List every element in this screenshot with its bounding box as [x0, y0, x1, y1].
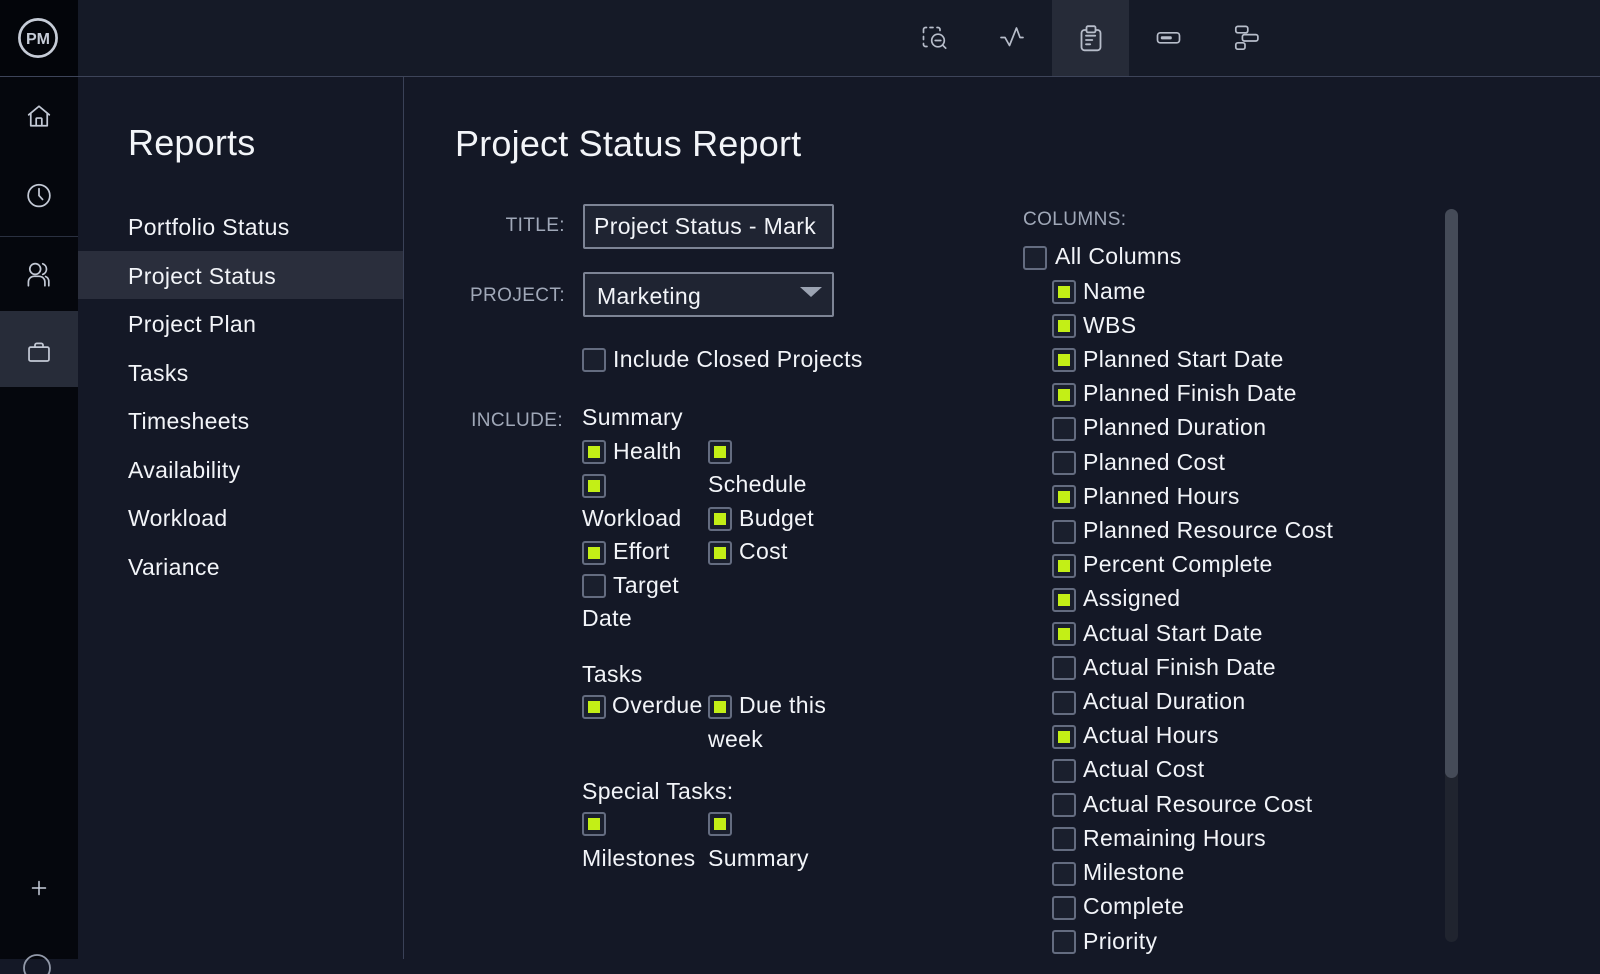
- svg-text:PM: PM: [26, 31, 50, 48]
